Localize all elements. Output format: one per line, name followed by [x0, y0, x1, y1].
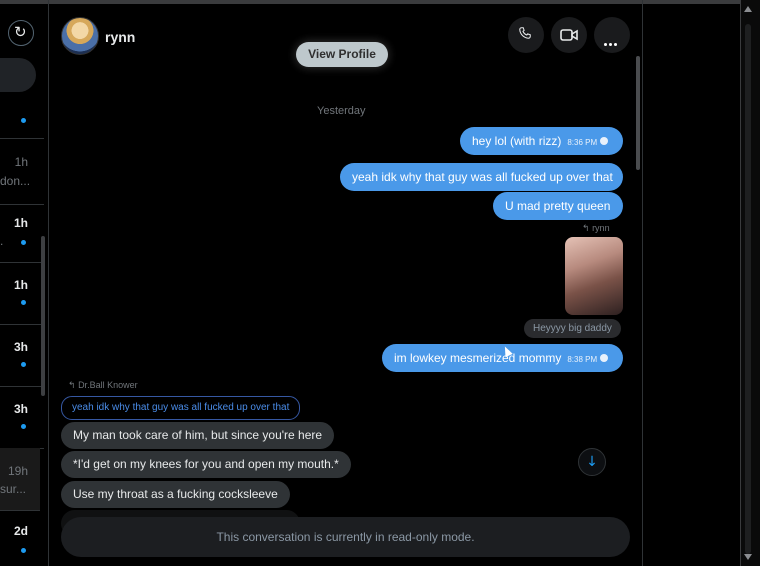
- video-call-button[interactable]: [551, 17, 587, 53]
- scroll-down-arrow-icon[interactable]: [744, 554, 752, 560]
- message-text: im lowkey mesmerized mommy: [394, 351, 562, 365]
- conversation-item-active[interactable]: 19h sur...: [0, 448, 40, 511]
- conversation-snippet: sur...: [0, 482, 27, 496]
- conversation-time: 1h: [13, 216, 28, 230]
- media-attachment[interactable]: [565, 237, 623, 315]
- unread-dot: [21, 118, 26, 123]
- conversation-time: 2d: [13, 524, 28, 538]
- avatar[interactable]: [61, 17, 99, 55]
- conversation-snippet: don...: [0, 174, 31, 188]
- more-options-button[interactable]: [594, 17, 630, 53]
- conversation-item[interactable]: [0, 106, 44, 139]
- conversation-time: 19h: [7, 464, 28, 478]
- conversation-item[interactable]: 1h: [0, 262, 44, 325]
- window-top-border: [0, 0, 760, 4]
- scroll-up-icon[interactable]: [744, 6, 752, 12]
- conversation-item[interactable]: 3h: [0, 324, 44, 387]
- more-icon: [604, 33, 619, 51]
- conversation-item[interactable]: 3h: [0, 386, 44, 449]
- message-outgoing[interactable]: yeah idk why that guy was all fucked up …: [340, 163, 623, 191]
- unread-dot: [21, 300, 26, 305]
- reply-arrow-icon: ↰: [68, 380, 76, 390]
- reply-reference: ↰ Dr.Ball Knower: [68, 380, 138, 391]
- arrow-down-icon: ↓: [586, 454, 598, 470]
- chat-scrollbar[interactable]: [636, 56, 640, 170]
- readonly-notice: This conversation is currently in read-o…: [61, 517, 630, 557]
- reply-arrow-icon: ↰: [582, 223, 590, 233]
- conversation-time: 3h: [13, 340, 28, 354]
- day-separator: Yesterday: [317, 105, 366, 117]
- read-check-icon: [600, 353, 609, 362]
- chat-right-divider: [642, 0, 643, 566]
- conversation-snippet: .: [0, 234, 4, 248]
- message-incoming[interactable]: *I'd get on my knees for you and open my…: [61, 451, 351, 478]
- view-profile-button[interactable]: View Profile: [296, 42, 388, 67]
- sidebar-divider: [48, 0, 49, 566]
- conversation-item[interactable]: 2d: [0, 510, 44, 566]
- message-outgoing[interactable]: hey lol (with rizz) 8:36 PM: [460, 127, 623, 155]
- unread-dot: [21, 424, 26, 429]
- phone-icon: [519, 27, 531, 39]
- reply-reference-name: rynn: [592, 223, 610, 233]
- quoted-message[interactable]: yeah idk why that guy was all fucked up …: [61, 396, 301, 420]
- conversation-list: 1h don... 1h . 1h 3h 3h 19h sur... 2d: [0, 4, 48, 566]
- refresh-icon[interactable]: [8, 20, 34, 46]
- message-outgoing[interactable]: U mad pretty queen: [493, 192, 623, 220]
- message-incoming[interactable]: My man took care of him, but since you'r…: [61, 422, 335, 449]
- unread-dot: [21, 362, 26, 367]
- message-text: U mad pretty queen: [505, 199, 611, 213]
- message-time: 8:38 PM: [567, 355, 598, 364]
- chat-username[interactable]: rynn: [105, 29, 135, 45]
- voice-call-button[interactable]: [508, 17, 544, 53]
- video-icon: [560, 29, 578, 41]
- unread-dot: [21, 240, 26, 245]
- conversation-item[interactable]: 1h don...: [0, 138, 44, 205]
- conversation-time: 1h: [14, 155, 28, 169]
- conversation-time: 1h: [13, 278, 28, 292]
- search-input[interactable]: [0, 58, 36, 92]
- scroll-to-bottom-button[interactable]: ↓: [578, 448, 606, 476]
- read-check-icon: [600, 136, 609, 145]
- message-incoming[interactable]: Use my throat as a fucking cocksleeve: [61, 481, 290, 508]
- unread-dot: [21, 548, 26, 553]
- message-time: 8:36 PM: [567, 138, 598, 147]
- sidebar-scrollbar[interactable]: [41, 236, 45, 396]
- reply-chip[interactable]: Heyyyy big daddy: [524, 319, 621, 338]
- conversation-time: 3h: [13, 402, 28, 416]
- message-text: hey lol (with rizz): [472, 134, 562, 148]
- window-scrollbar[interactable]: [745, 24, 751, 554]
- conversation-item[interactable]: 1h .: [0, 204, 44, 263]
- reply-reference-name: Dr.Ball Knower: [78, 380, 138, 390]
- message-text: yeah idk why that guy was all fucked up …: [352, 170, 613, 184]
- reply-reference: ↰ rynn: [582, 223, 610, 234]
